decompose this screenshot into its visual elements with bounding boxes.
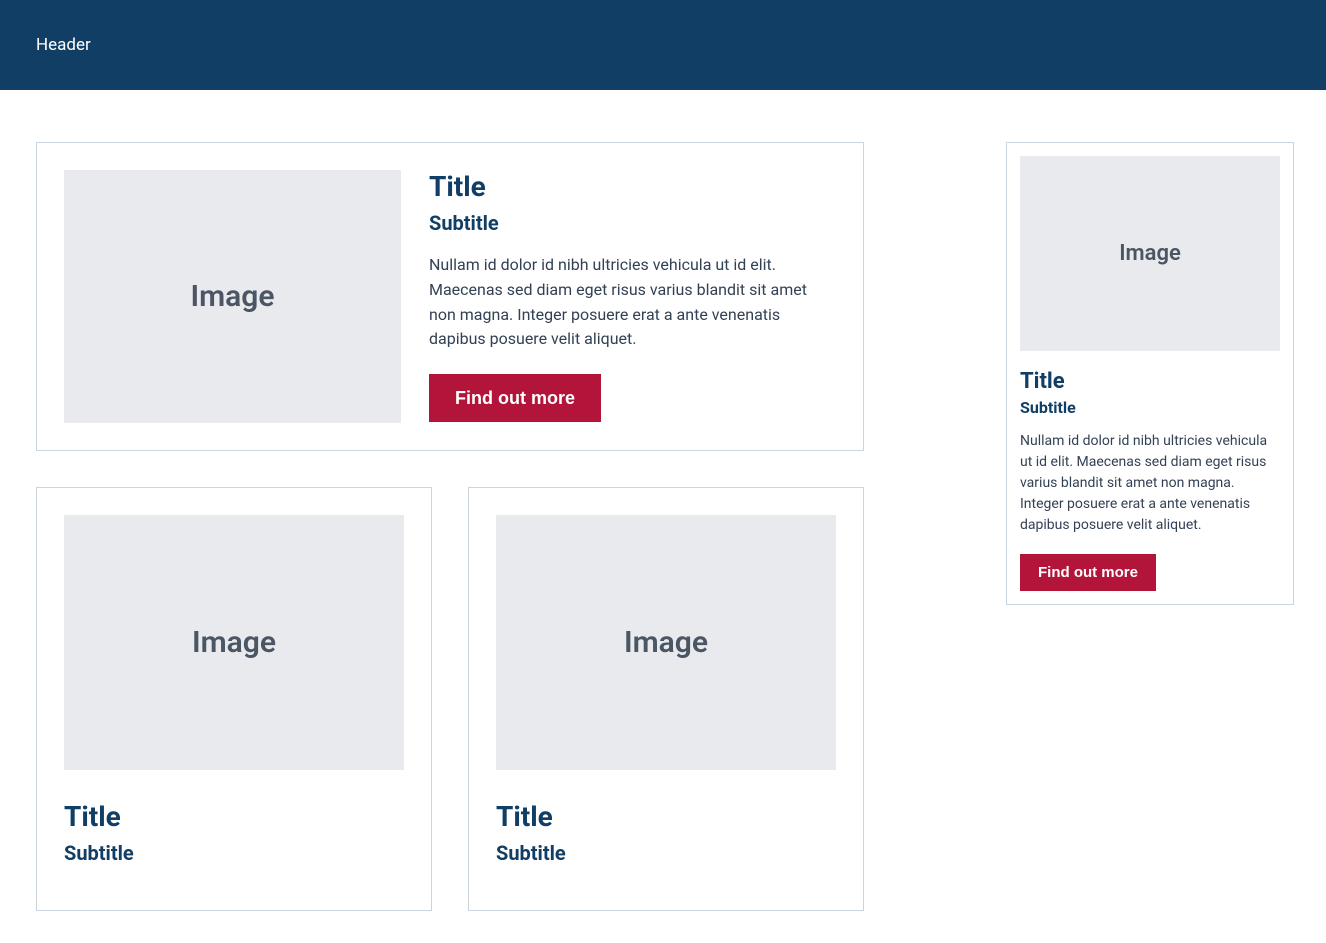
image-placeholder: Image (496, 515, 836, 770)
page-content: Image Title Subtitle Nullam id dolor id … (0, 90, 1326, 943)
card-title: Title (64, 800, 404, 833)
hero-card-body: Title Subtitle Nullam id dolor id nibh u… (429, 170, 836, 423)
side-card: Image Title Subtitle Nullam id dolor id … (1006, 142, 1294, 605)
image-placeholder: Image (64, 515, 404, 770)
find-out-more-button[interactable]: Find out more (1020, 554, 1156, 591)
card-subtitle: Subtitle (64, 841, 404, 865)
card-title: Title (429, 170, 836, 203)
card-title: Title (1020, 369, 1280, 394)
card-title: Title (496, 800, 836, 833)
card-text: Nullam id dolor id nibh ultricies vehicu… (1020, 431, 1280, 536)
side-column: Image Title Subtitle Nullam id dolor id … (1006, 142, 1294, 605)
card-text: Nullam id dolor id nibh ultricies vehicu… (429, 253, 836, 352)
side-card-actions: Find out more (1020, 554, 1280, 591)
hero-card: Image Title Subtitle Nullam id dolor id … (36, 142, 864, 451)
cards-row: Image Title Subtitle Image Title Subtitl… (36, 487, 864, 911)
image-placeholder: Image (1020, 156, 1280, 351)
header-title: Header (36, 35, 91, 55)
grid-card-1: Image Title Subtitle (36, 487, 432, 911)
image-placeholder: Image (64, 170, 401, 423)
find-out-more-button[interactable]: Find out more (429, 374, 601, 422)
main-column: Image Title Subtitle Nullam id dolor id … (36, 142, 864, 911)
card-subtitle: Subtitle (1020, 398, 1280, 417)
card-subtitle: Subtitle (429, 211, 836, 235)
page-header: Header (0, 0, 1326, 90)
card-subtitle: Subtitle (496, 841, 836, 865)
grid-card-2: Image Title Subtitle (468, 487, 864, 911)
